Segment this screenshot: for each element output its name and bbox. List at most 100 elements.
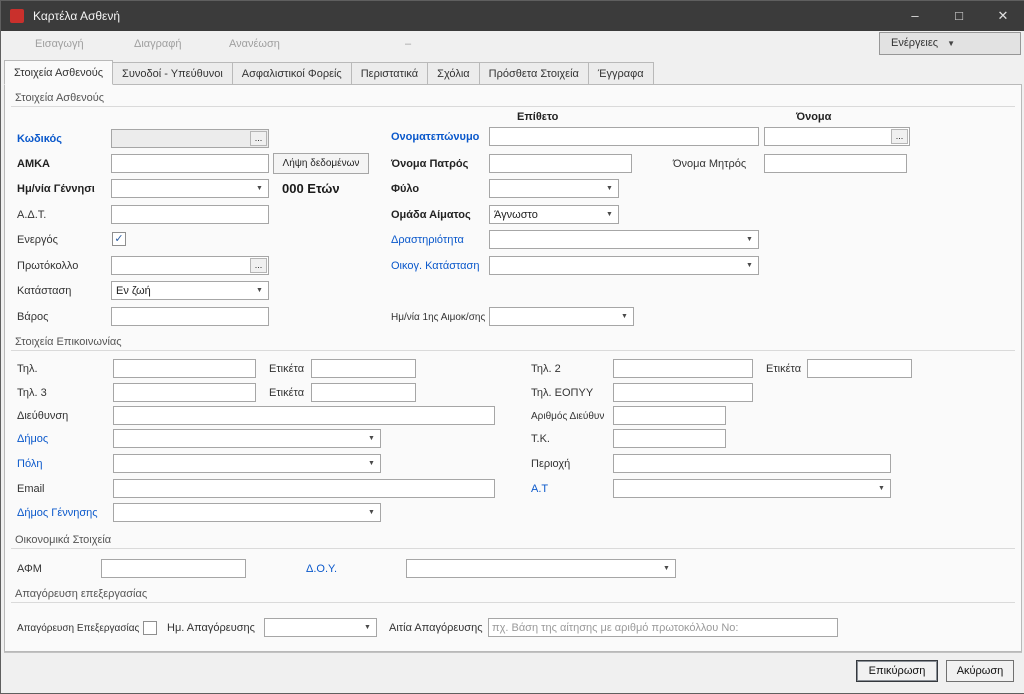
birthdate-combo[interactable]: ▼ <box>111 179 269 198</box>
protocol-label: Πρωτόκολλο <box>17 257 78 276</box>
tel2-tag-input[interactable] <box>807 359 912 378</box>
doy-label[interactable]: Δ.Ο.Υ. <box>306 560 337 579</box>
insert-button[interactable]: Εισαγωγή <box>35 38 84 50</box>
tel1-input[interactable] <box>113 359 256 378</box>
id-card-input[interactable] <box>111 205 269 224</box>
weight-label: Βάρος <box>17 308 48 327</box>
contact-section-header: Στοιχεία Επικοινωνίας <box>11 334 1015 351</box>
tab-additional-details[interactable]: Πρόσθετα Στοιχεία <box>480 62 589 85</box>
prohibition-date-label: Ημ. Απαγόρευσης <box>167 619 255 638</box>
protocol-ellipsis-button[interactable]: ... <box>250 258 267 273</box>
police-dept-combo[interactable]: ▼ <box>613 479 891 498</box>
surname-input[interactable] <box>489 127 759 146</box>
toolbar-separator: – <box>405 38 411 50</box>
maximize-button[interactable]: □ <box>937 1 981 31</box>
protocol-input[interactable] <box>113 258 249 273</box>
area-input[interactable] <box>613 454 891 473</box>
birth-municipality-combo[interactable]: ▼ <box>113 503 381 522</box>
tab-insurance-providers[interactable]: Ασφαλιστικοί Φορείς <box>233 62 352 85</box>
chevron-down-icon: ▼ <box>659 561 674 576</box>
close-button[interactable]: ✕ <box>981 1 1024 31</box>
tab-incidents[interactable]: Περιστατικά <box>352 62 428 85</box>
tel-eopyy-input[interactable] <box>613 383 753 402</box>
prohibition-checkbox[interactable] <box>143 621 157 635</box>
status-label: Κατάσταση <box>17 282 71 301</box>
age-text: 000 Ετών <box>282 179 340 198</box>
amka-input[interactable] <box>111 154 269 173</box>
tab-companions-guardians[interactable]: Συνοδοί - Υπεύθυνοι <box>113 62 233 85</box>
municipality-combo[interactable]: ▼ <box>113 429 381 448</box>
blood-type-combo[interactable]: Άγνωστο ▼ <box>489 205 619 224</box>
chevron-down-icon: ▼ <box>742 232 757 247</box>
municipality-label[interactable]: Δήμος <box>17 430 48 449</box>
toolbar: Εισαγωγή Διαγραφή Ανανέωση – Ενέργειες ▼ <box>1 31 1024 59</box>
address-number-input[interactable] <box>613 406 726 425</box>
tel-eopyy-label: Τηλ. ΕΟΠΥΥ <box>531 384 593 403</box>
tel2-tag-label: Ετικέτα <box>766 360 801 379</box>
area-label: Περιοχή <box>531 455 570 474</box>
chevron-down-icon: ▼ <box>617 309 632 324</box>
status-combo[interactable]: Εν ζωή ▼ <box>111 281 269 300</box>
father-name-input[interactable] <box>489 154 632 173</box>
prohibition-checkbox-label: Απαγόρευση Επεξεργασίας <box>17 619 139 638</box>
first-dialysis-label: Ημ/νία 1ης Αιμοκ/σης <box>391 308 485 327</box>
minimize-button[interactable]: – <box>893 1 937 31</box>
address-input[interactable] <box>113 406 495 425</box>
tel3-tag-input[interactable] <box>311 383 416 402</box>
tel3-input[interactable] <box>113 383 256 402</box>
address-number-label: Αριθμός Διεύθυν <box>531 407 604 426</box>
first-dialysis-combo[interactable]: ▼ <box>489 307 634 326</box>
cancel-button[interactable]: Ακύρωση <box>946 660 1014 682</box>
chevron-down-icon: ▼ <box>364 431 379 446</box>
mother-name-input[interactable] <box>764 154 907 173</box>
city-label[interactable]: Πόλη <box>17 455 42 474</box>
blood-type-value: Άγνωστο <box>494 207 538 223</box>
refresh-button[interactable]: Ανανέωση <box>229 38 280 50</box>
father-name-label: Όνομα Πατρός <box>391 155 468 174</box>
firstname-input[interactable] <box>766 129 890 144</box>
doy-combo[interactable]: ▼ <box>406 559 676 578</box>
tab-comments[interactable]: Σχόλια <box>428 62 480 85</box>
marital-status-combo[interactable]: ▼ <box>489 256 759 275</box>
chevron-down-icon: ▼ <box>252 181 267 196</box>
activity-combo[interactable]: ▼ <box>489 230 759 249</box>
city-combo[interactable]: ▼ <box>113 454 381 473</box>
afm-label: ΑΦΜ <box>17 560 42 579</box>
confirm-button[interactable]: Επικύρωση <box>856 660 938 682</box>
tel1-label: Τηλ. <box>17 360 38 379</box>
firstname-field: ... <box>764 127 910 146</box>
chevron-down-icon: ▼ <box>602 207 617 222</box>
address-label: Διεύθυνση <box>17 407 68 426</box>
gender-combo[interactable]: ▼ <box>489 179 619 198</box>
prohibition-reason-input[interactable] <box>488 618 838 637</box>
actions-button[interactable]: Ενέργειες ▼ <box>879 32 1021 55</box>
tel3-tag-label: Ετικέτα <box>269 384 304 403</box>
activity-label[interactable]: Δραστηριότητα <box>391 231 464 250</box>
tabstrip: Στοιχεία Ασθενούς Συνοδοί - Υπεύθυνοι Ασ… <box>4 60 654 85</box>
fullname-label[interactable]: Ονοματεπώνυμο <box>391 128 479 147</box>
afm-input[interactable] <box>101 559 246 578</box>
active-checkbox[interactable]: ✓ <box>112 232 126 246</box>
email-label: Email <box>17 480 45 499</box>
tel1-tag-input[interactable] <box>311 359 416 378</box>
status-value: Εν ζωή <box>116 283 151 299</box>
code-input[interactable] <box>113 131 249 146</box>
tab-documents[interactable]: Έγγραφα <box>589 62 654 85</box>
delete-button[interactable]: Διαγραφή <box>134 38 182 50</box>
tel2-input[interactable] <box>613 359 753 378</box>
fetch-data-button[interactable]: Λήψη δεδομένων <box>273 153 369 174</box>
zip-input[interactable] <box>613 429 726 448</box>
birthdate-label: Ημ/νία Γέννησι <box>17 180 95 199</box>
email-input[interactable] <box>113 479 495 498</box>
gender-label: Φύλο <box>391 180 419 199</box>
prohibition-date-combo[interactable]: ▼ <box>264 618 377 637</box>
code-ellipsis-button[interactable]: ... <box>250 131 267 146</box>
firstname-ellipsis-button[interactable]: ... <box>891 129 908 144</box>
firstname-column-header: Όνομα <box>796 108 831 127</box>
birth-municipality-label[interactable]: Δήμος Γέννησης <box>17 504 98 523</box>
code-label[interactable]: Κωδικός <box>17 130 62 149</box>
police-dept-label[interactable]: Α.Τ <box>531 480 548 499</box>
weight-input[interactable] <box>111 307 269 326</box>
tab-patient-details[interactable]: Στοιχεία Ασθενούς <box>4 60 113 85</box>
marital-status-label[interactable]: Οικογ. Κατάσταση <box>391 257 479 276</box>
